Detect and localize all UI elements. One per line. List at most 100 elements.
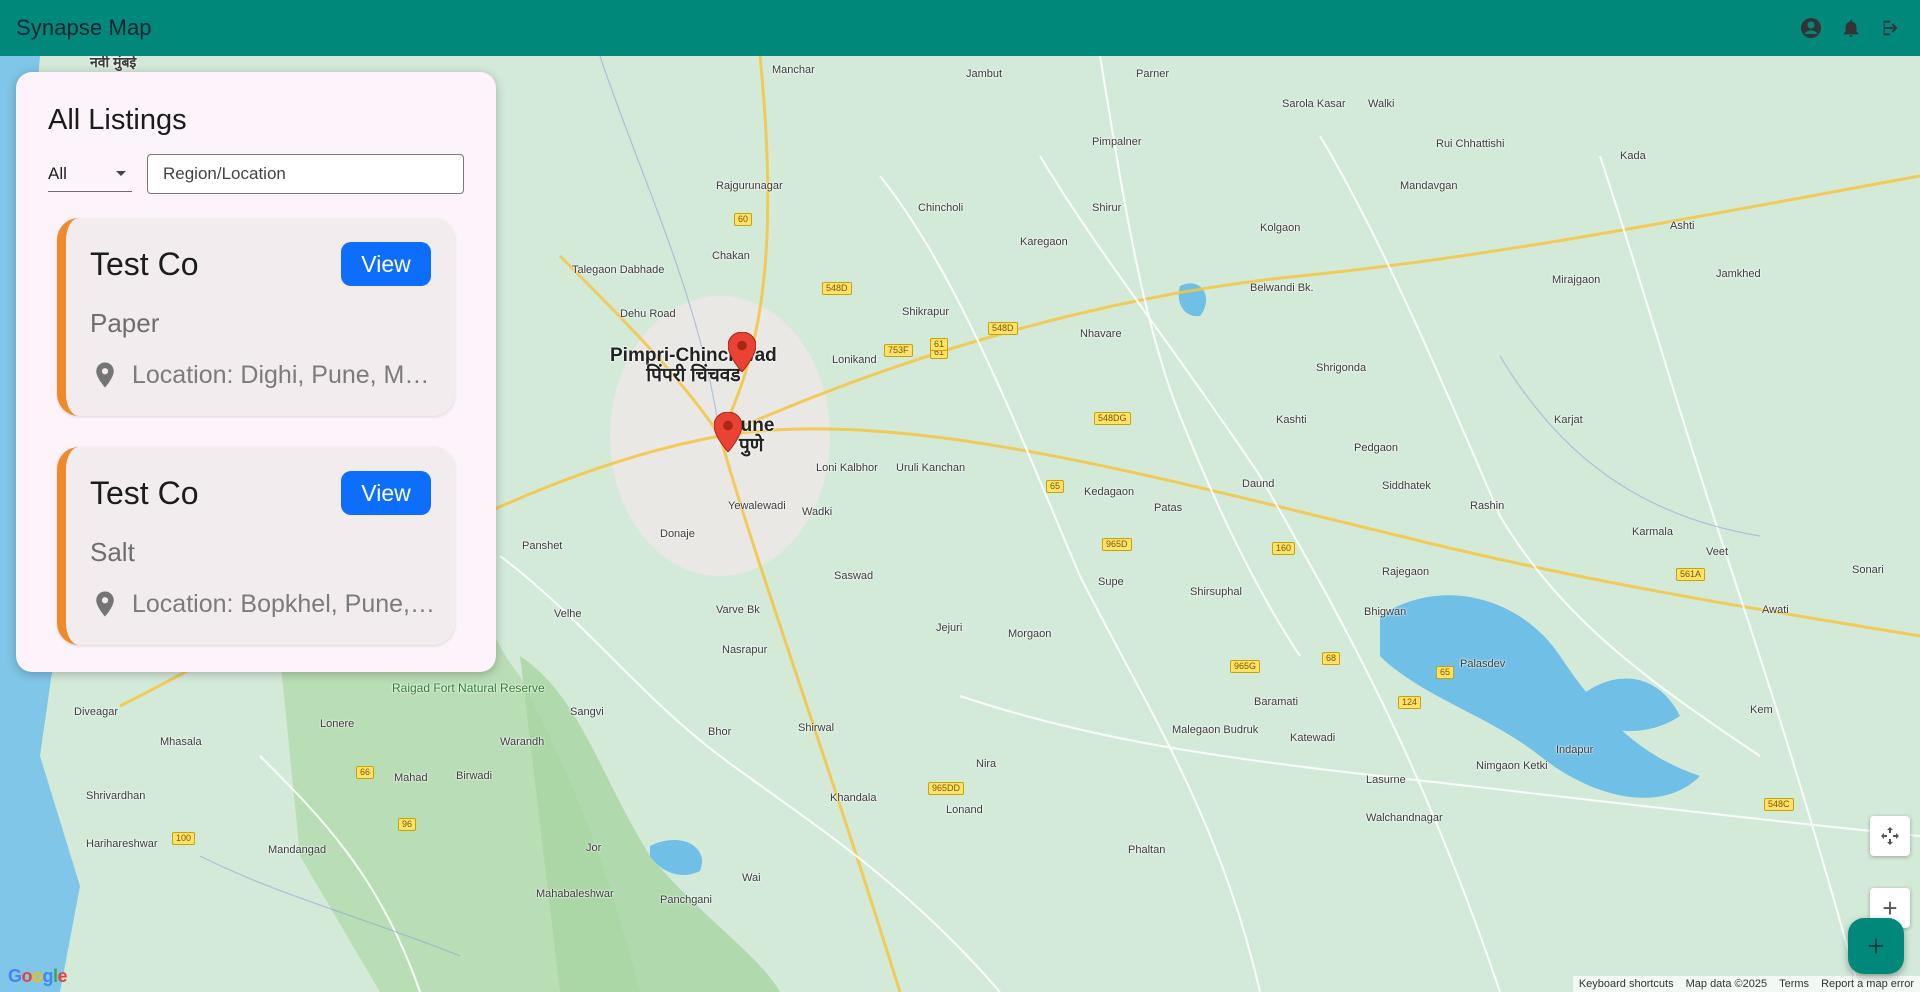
map-label-diveagar: Diveagar — [74, 706, 119, 718]
map-label-patas: Patas — [1154, 502, 1183, 514]
map-label-pedgaon: Pedgaon — [1354, 442, 1399, 454]
map-label-wai: Wai — [742, 872, 761, 884]
road-label: 100 — [172, 832, 196, 845]
listing-name: Test Co — [90, 246, 199, 282]
map-label-karjat: Karjat — [1554, 414, 1583, 426]
road-label: 548C — [1764, 798, 1794, 811]
map-label-nimgaon: Nimgaon Ketki — [1476, 760, 1548, 772]
map-label-walchandnagar: Walchandnagar — [1366, 812, 1443, 824]
map-label-shirur: Shirur — [1092, 202, 1122, 214]
listing-category: Salt — [90, 537, 135, 567]
map-label-shrigonda: Shrigonda — [1316, 362, 1367, 374]
road-label: 124 — [1398, 696, 1422, 709]
map-label-karmala: Karmala — [1632, 526, 1673, 538]
map-label-jor: Jor — [586, 842, 602, 854]
map-label-sarola: Sarola Kasar — [1282, 98, 1346, 110]
map-label-kada: Kada — [1620, 150, 1646, 162]
category-select[interactable]: All — [48, 156, 132, 192]
map-label-donaje: Donaje — [660, 528, 695, 540]
keyboard-shortcuts-link[interactable]: Keyboard shortcuts — [1579, 978, 1674, 990]
map-label-harihareshwar: Harihareshwar — [86, 838, 158, 850]
region-search-input[interactable] — [147, 154, 464, 194]
fullscreen-icon — [1881, 827, 1899, 845]
map-label-lonere: Lonere — [320, 718, 355, 730]
map-label-wadki: Wadki — [802, 506, 833, 518]
map-label-nira: Nira — [976, 758, 997, 770]
listing-location: Location: Bopkhel, Pune, Maharashtra — [90, 589, 440, 619]
account-circle-icon[interactable] — [1798, 15, 1824, 41]
logout-icon[interactable] — [1878, 15, 1904, 41]
map-label-veet: Veet — [1706, 546, 1729, 558]
add-listing-button[interactable] — [1848, 918, 1904, 974]
map-label-nhavare: Nhavare — [1080, 328, 1122, 340]
map-label-supe: Supe — [1098, 576, 1124, 588]
app-bar-actions — [1798, 15, 1904, 41]
map-label-karegaon: Karegaon — [1020, 236, 1068, 248]
map-label-chincholi: Chincholi — [918, 202, 964, 214]
map-label-mahad: Mahad — [394, 772, 428, 784]
map-label-siddhatek: Siddhatek — [1382, 480, 1431, 492]
listing-card: Test Co View Paper Location: Dighi, Pune… — [57, 218, 455, 416]
terms-link[interactable]: Terms — [1779, 978, 1809, 990]
road-label: 96 — [398, 818, 417, 831]
view-button[interactable]: View — [341, 242, 431, 286]
road-label: 61 — [930, 338, 949, 351]
map-attribution: Keyboard shortcuts Map data ©2025 Terms … — [1572, 976, 1920, 992]
map-label-walki: Walki — [1368, 98, 1395, 110]
map-label-rashin: Rashin — [1470, 500, 1505, 512]
road-label: 965G — [1230, 660, 1261, 673]
listing-card: Test Co View Salt Location: Bopkhel, Pun… — [57, 447, 455, 645]
map-label-shirsuphal: Shirsuphal — [1190, 586, 1242, 598]
road-label: 68 — [1322, 652, 1341, 665]
map-label-daund: Daund — [1242, 478, 1275, 490]
google-logo: Google — [8, 966, 68, 986]
map-label-kem: Kem — [1750, 704, 1773, 716]
map-label-lonikand: Lonikand — [832, 354, 877, 366]
map-label-rajegaon: Rajegaon — [1382, 566, 1430, 578]
map-label-raigad: Raigad Fort Natural Reserve — [392, 681, 545, 695]
map-label-mangaon: Mandangad — [268, 844, 327, 856]
map-label-lonand: Lonand — [946, 804, 983, 816]
road-label: 753F — [884, 344, 913, 357]
map-label-chakan: Chakan — [712, 250, 750, 262]
map-label-shirwal: Shirwal — [798, 722, 835, 734]
map-label-velhe: Velhe — [554, 608, 582, 620]
map-label-indapur: Indapur — [1556, 744, 1594, 756]
road-label: 965D — [1102, 538, 1132, 551]
map-label-baramati: Baramati — [1254, 696, 1299, 708]
map-label-warandh: Warandh — [500, 736, 545, 748]
road-label: 548DG — [1094, 412, 1131, 425]
filter-bar: All — [48, 154, 464, 194]
listing-location-text: Location: Bopkhel, Pune, Maharashtra — [132, 589, 440, 618]
map-label-khandala: Khandala — [830, 792, 877, 804]
listing-location-text: Location: Dighi, Pune, Maharashtra — [132, 360, 440, 389]
map-data-text: Map data ©2025 — [1685, 978, 1768, 990]
view-button[interactable]: View — [341, 471, 431, 515]
map-label-lasurne: Lasurne — [1366, 774, 1406, 786]
plus-icon — [1868, 938, 1884, 954]
road-label: 65 — [1436, 666, 1455, 679]
bell-icon[interactable] — [1838, 15, 1864, 41]
map-label-mahabaleshwar: Mahabaleshwar — [536, 888, 614, 900]
map-label-nasrapur: Nasrapur — [722, 644, 768, 656]
map-label-ashti: Ashti — [1670, 220, 1695, 232]
road-label: 561A — [1676, 568, 1706, 581]
road-label: 548D — [988, 322, 1018, 335]
map-label-jambut: Jambut — [966, 68, 1003, 80]
report-map-error-link[interactable]: Report a map error — [1821, 978, 1914, 990]
map-label-rui-chhattishi: Rui Chhattishi — [1436, 138, 1505, 150]
location-pin-icon — [96, 362, 114, 388]
map-label-varve: Varve Bk — [716, 604, 760, 616]
road-label: 965DD — [928, 782, 965, 795]
map-label-mhasala: Mhasala — [160, 736, 202, 748]
map-label-kolgaon: Kolgaon — [1260, 222, 1301, 234]
map-label-pimpalner: Pimpalner — [1092, 136, 1142, 148]
map-label-parner: Parner — [1136, 68, 1170, 80]
fullscreen-button[interactable] — [1870, 816, 1910, 856]
location-pin-icon — [96, 591, 114, 617]
panel-title: All Listings — [48, 104, 187, 136]
listings-panel: All Listings All Test Co View Paper Loca… — [16, 72, 496, 672]
map-label-shrivardhan: Shrivardhan — [86, 790, 146, 802]
road-label: 160 — [1272, 542, 1296, 555]
map-label-kashti: Kashti — [1276, 414, 1307, 426]
